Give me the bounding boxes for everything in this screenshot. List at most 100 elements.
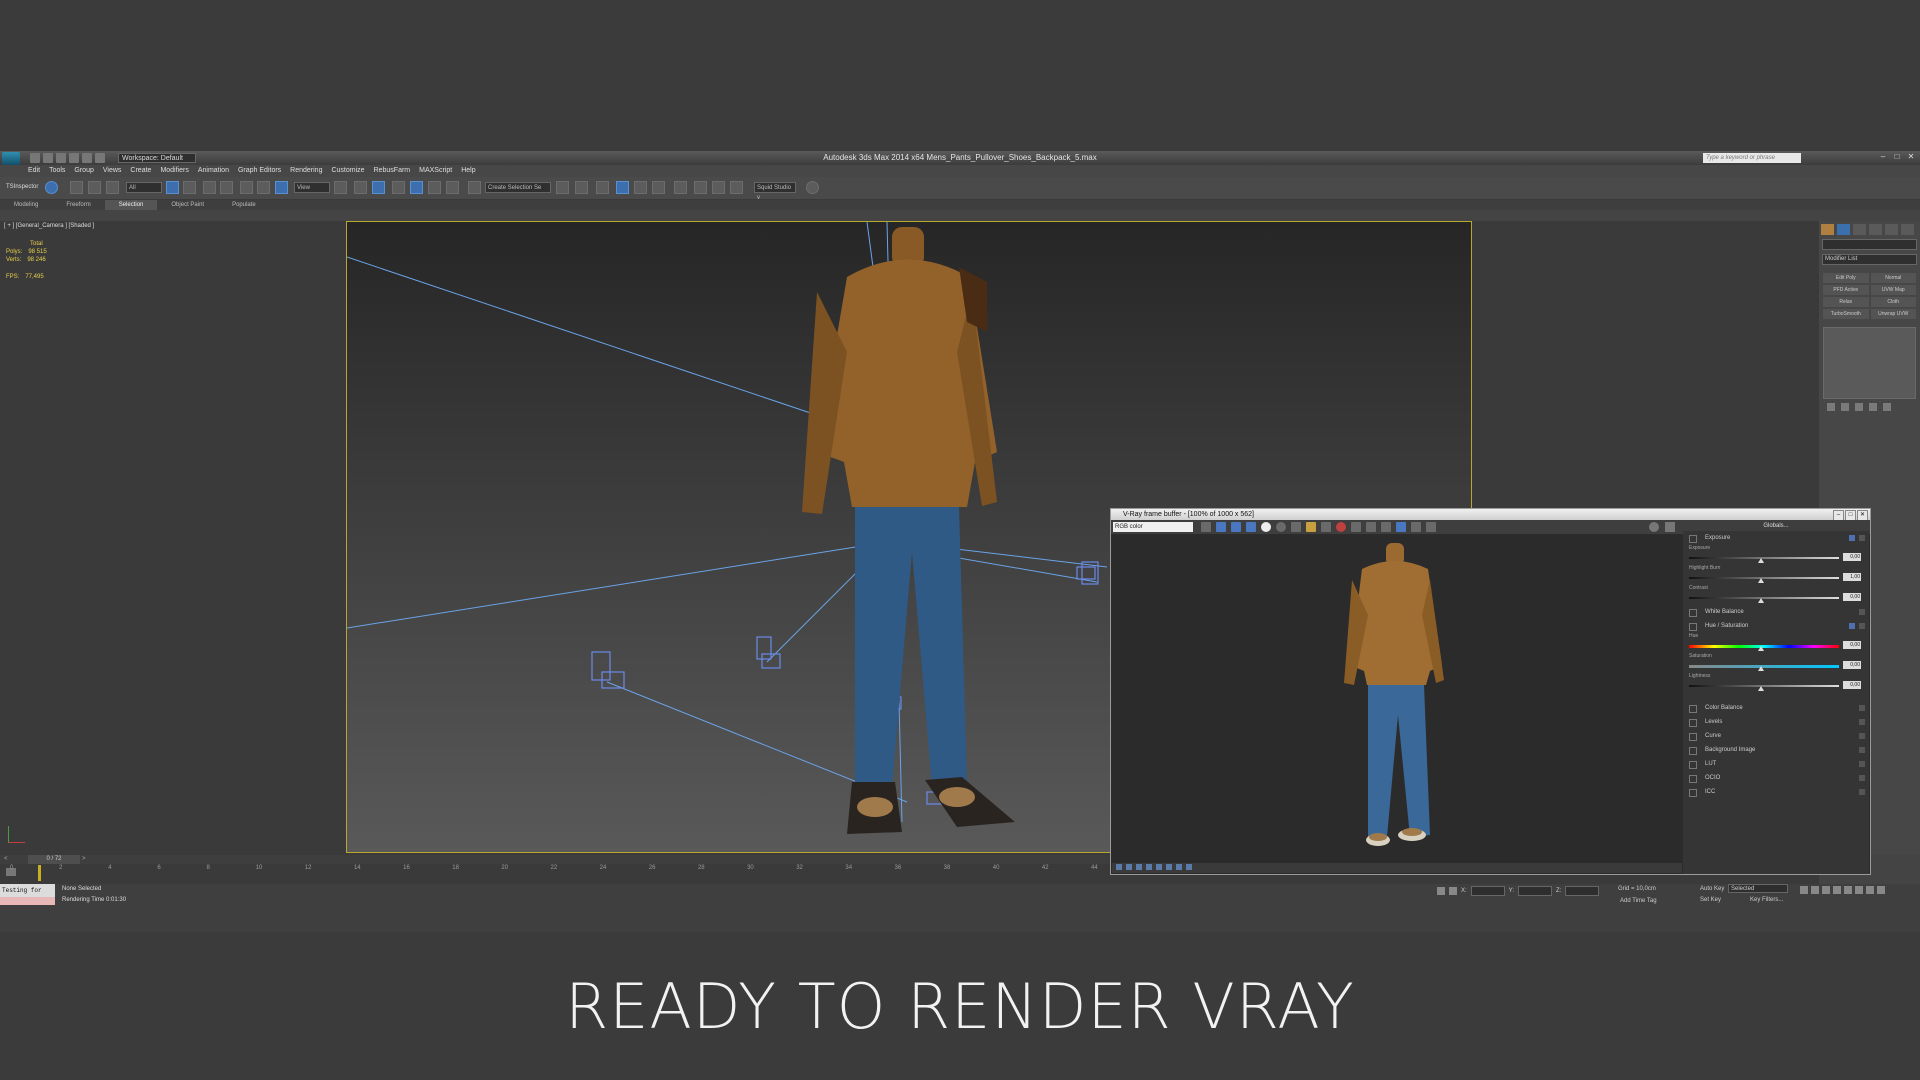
zoom-extents-icon[interactable] [1855,886,1863,894]
tsinspector-label[interactable]: TSInspector [4,182,42,193]
maxscript-listener[interactable]: Testing for [0,884,55,897]
modifier-button-normal[interactable]: Normal [1870,273,1916,283]
rendered-frame-window-icon[interactable] [712,181,725,194]
modifier-list-dropdown[interactable]: Modifier List [1822,254,1917,265]
mirror-icon[interactable] [556,181,569,194]
exposure-checkbox[interactable] [1689,535,1697,543]
vfb-layers-icon[interactable] [1665,522,1675,532]
ribbon-tab-object-paint[interactable]: Object Paint [157,200,218,210]
spinner-snap-icon[interactable] [446,181,459,194]
contrast-track[interactable] [1689,597,1839,599]
vfb-status-icon-4[interactable] [1146,864,1152,870]
vfb-status-icon-5[interactable] [1156,864,1162,870]
alpha-channel-icon[interactable] [1261,522,1271,532]
viewport-label[interactable]: [ + ] [General_Camera ] [Shaded ] [4,223,94,229]
save-image-icon[interactable] [1201,522,1211,532]
keyboard-shortcut-icon[interactable] [372,181,385,194]
lightness-track[interactable] [1689,685,1839,687]
ribbon-tab-modeling[interactable]: Modeling [0,200,52,210]
prev-frame-icon[interactable]: < [4,855,8,864]
channel-dropdown[interactable]: RGB color [1113,522,1193,532]
saturation-value[interactable]: 0,00 [1843,661,1861,669]
correction-menu-icon[interactable] [1859,761,1865,767]
modify-tab-icon[interactable] [1837,224,1850,235]
mono-icon[interactable] [1276,522,1286,532]
utilities-tab-icon[interactable] [1901,224,1914,235]
vfb-status-icon-1[interactable] [1116,864,1122,870]
make-unique-icon[interactable] [1855,403,1863,411]
exposure-slider[interactable]: Exposure 0,00 [1683,545,1869,565]
vfb-status-icon-8[interactable] [1186,864,1192,870]
show-end-result-icon[interactable] [1841,403,1849,411]
vfb-status-icon-2[interactable] [1126,864,1132,870]
vfb-status-icon-3[interactable] [1136,864,1142,870]
object-name-field[interactable] [1822,239,1917,250]
selection-filter-dropdown[interactable]: All [126,182,162,193]
graphite-tools-icon[interactable] [616,181,629,194]
correction-icc[interactable]: ICC [1683,785,1869,799]
hue-knob[interactable] [1758,646,1764,651]
select-by-name-icon[interactable] [183,181,196,194]
contrast-knob[interactable] [1758,598,1764,603]
menu-item-create[interactable]: Create [130,165,151,177]
globals-button[interactable]: Globals... [1683,522,1869,531]
ribbon-tab-freeform[interactable]: Freeform [52,200,104,210]
hue-value[interactable]: 0,00 [1843,641,1861,649]
squid-studio-label[interactable]: Squid Studio v [754,182,796,201]
vfb-title-bar[interactable]: V-Ray frame buffer - [100% of 1000 x 562… [1111,509,1870,521]
search-input[interactable]: Type a keyword or phrase [1703,153,1801,163]
absolute-mode-icon[interactable] [1449,887,1457,895]
stamp-icon[interactable] [1411,522,1421,532]
correction-levels[interactable]: Levels [1683,715,1869,729]
lens-effects-icon[interactable] [1396,522,1406,532]
go-to-start-icon[interactable] [1800,886,1808,894]
history-icon[interactable] [1381,522,1391,532]
correction-menu-icon[interactable] [1859,775,1865,781]
correction-curve[interactable]: Curve [1683,729,1869,743]
window-crossing-icon[interactable] [220,181,233,194]
clear-image-icon[interactable] [1321,522,1331,532]
select-manipulate-icon[interactable] [354,181,367,194]
menu-item-tools[interactable]: Tools [49,165,65,177]
modifier-button-turbosmooth[interactable]: TurboSmooth [1823,309,1869,319]
pivot-center-icon[interactable] [334,181,347,194]
close-icon[interactable]: ✕ [1906,152,1916,162]
rotate-icon[interactable] [257,181,270,194]
ribbon-tab-populate[interactable]: Populate [218,200,270,210]
angle-snap-icon[interactable] [410,181,423,194]
highlight-burn-slider[interactable]: Highlight Burn 1,00 [1683,565,1869,585]
lock-selection-icon[interactable] [1437,887,1445,895]
white-balance-menu-icon[interactable] [1859,609,1865,615]
create-tab-icon[interactable] [1821,224,1834,235]
correction-menu-icon[interactable] [1859,747,1865,753]
modifier-button-uvw-map[interactable]: UVW Map [1870,285,1916,295]
remove-modifier-icon[interactable] [1869,403,1877,411]
track-mouse-icon[interactable] [1351,522,1361,532]
tsinspector-icon[interactable] [45,181,58,194]
green-channel-icon[interactable] [1231,522,1241,532]
snaps-toggle-icon[interactable] [392,181,405,194]
modifier-button-pfd-active[interactable]: PFD Active [1823,285,1869,295]
named-selection-dropdown[interactable]: Create Selection Se [485,182,551,193]
exposure-section[interactable]: Exposure [1683,531,1869,545]
menu-item-modifiers[interactable]: Modifiers [160,165,188,177]
lightness-slider[interactable]: Lightness 0,00 [1683,673,1869,693]
pan-view-icon[interactable] [1866,886,1874,894]
menu-item-edit[interactable]: Edit [28,165,40,177]
white-balance-checkbox[interactable] [1689,609,1697,617]
correction-menu-icon[interactable] [1859,705,1865,711]
move-icon[interactable] [240,181,253,194]
next-frame-icon[interactable]: > [82,855,86,864]
saturation-slider[interactable]: Saturation 0,00 [1683,653,1869,673]
highlight-burn-knob[interactable] [1758,578,1764,583]
display-tab-icon[interactable] [1885,224,1898,235]
maximize-icon[interactable]: □ [1892,152,1902,162]
pin-stack-icon[interactable] [1827,403,1835,411]
ribbon-tab-selection[interactable]: Selection [104,200,158,210]
exposure-track[interactable] [1689,557,1839,559]
modifier-button-edit-poly[interactable]: Edit Poly [1823,273,1869,283]
curve-editor-icon[interactable] [634,181,647,194]
load-icon[interactable] [1306,522,1316,532]
modifier-button-cloth[interactable]: Cloth [1870,297,1916,307]
menu-item-group[interactable]: Group [74,165,93,177]
